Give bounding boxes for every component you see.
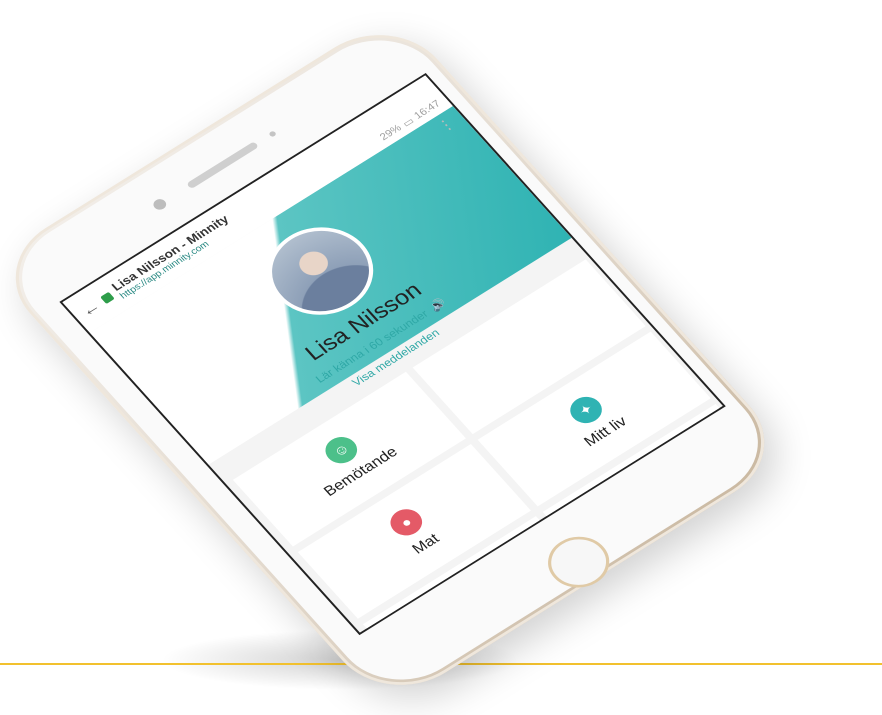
proximity-sensor (268, 130, 278, 138)
phone: ← Lisa Nilsson - Minnity https://app.min… (0, 10, 794, 710)
earpiece-speaker (186, 141, 259, 190)
battery-icon: ▭ (400, 115, 417, 130)
home-icon: ⌂ (454, 582, 500, 620)
smiley-icon: ☺ (319, 431, 364, 469)
home-button[interactable] (535, 526, 622, 598)
apple-icon: ● (384, 503, 429, 541)
front-camera (150, 197, 169, 212)
phone-face: ← Lisa Nilsson - Minnity https://app.min… (0, 18, 785, 702)
person-icon: ✦ (563, 391, 609, 429)
clock-icon: ◷ (628, 463, 674, 501)
tile-label: Mat (409, 531, 443, 558)
